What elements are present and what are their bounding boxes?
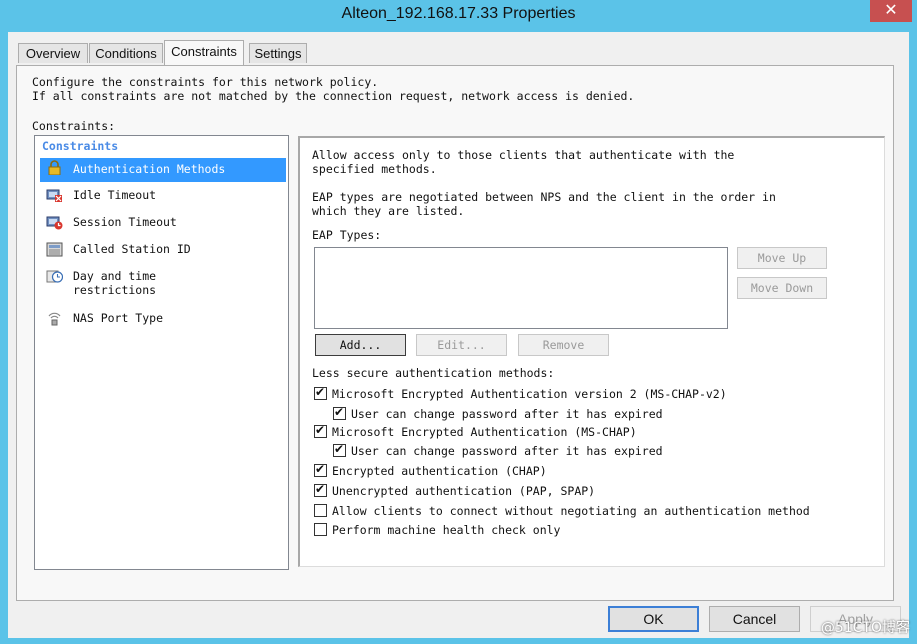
tab-overview[interactable]: Overview — [18, 43, 88, 63]
tab-conditions[interactable]: Conditions — [89, 43, 163, 63]
intro-line-1: Configure the constraints for this netwo… — [32, 75, 379, 89]
constraints-tab-panel: Configure the constraints for this netwo… — [16, 65, 894, 601]
eap-types-list[interactable] — [314, 247, 728, 329]
checkmark-icon: ✔ — [334, 405, 345, 419]
add-button[interactable]: Add... — [315, 334, 406, 356]
constraint-item-called-station-id[interactable]: Called Station ID — [40, 240, 286, 262]
allow-unauthenticated-checkbox[interactable] — [314, 504, 327, 517]
intro-text: Configure the constraints for this netwo… — [32, 75, 634, 103]
title-bar[interactable]: Alteon_192.168.17.33 Properties ✕ — [0, 0, 917, 32]
eap-negotiation-text: EAP types are negotiated between NPS and… — [312, 190, 776, 218]
less-secure-label: Less secure authentication methods: — [312, 366, 555, 380]
constraint-item-label: Idle Timeout — [73, 188, 157, 202]
allow-access-text: Allow access only to those clients that … — [312, 148, 735, 176]
move-down-button[interactable]: Move Down — [737, 277, 827, 299]
allow-unauthenticated-label: Allow clients to connect without negotia… — [332, 504, 810, 518]
tab-constraints[interactable]: Constraints — [164, 40, 244, 65]
machine-health-check-checkbox[interactable] — [314, 523, 327, 536]
constraint-item-label: Authentication Methods — [73, 162, 226, 176]
chap-checkbox[interactable]: ✔ — [314, 462, 327, 477]
session-timeout-icon — [46, 216, 63, 230]
checkmark-icon: ✔ — [315, 385, 326, 399]
ms-chap-label: Microsoft Encrypted Authentication (MS-C… — [332, 425, 637, 439]
edit-button[interactable]: Edit... — [416, 334, 507, 356]
idle-timeout-icon — [46, 189, 62, 202]
constraint-item-label: Called Station ID — [73, 242, 191, 256]
dialog-frame: Overview Conditions Constraints Settings… — [8, 32, 909, 638]
remove-button[interactable]: Remove — [518, 334, 609, 356]
lock-icon — [48, 160, 61, 175]
constraint-item-authentication-methods[interactable]: Authentication Methods — [40, 158, 286, 182]
ms-chap-change-password-label: User can change password after it has ex… — [351, 444, 663, 458]
ms-chap-v2-checkbox[interactable]: ✔ — [314, 385, 327, 400]
cancel-button[interactable]: Cancel — [709, 606, 800, 632]
move-up-button[interactable]: Move Up — [737, 247, 827, 269]
checkmark-icon: ✔ — [315, 482, 326, 496]
ms-chap-checkbox[interactable]: ✔ — [314, 423, 327, 438]
eap-types-label: EAP Types: — [312, 228, 382, 242]
checkmark-icon: ✔ — [334, 442, 345, 456]
constraint-item-nas-port-type[interactable]: NAS Port Type — [40, 309, 286, 331]
ok-button[interactable]: OK — [608, 606, 699, 632]
machine-health-check-label: Perform machine health check only — [332, 523, 561, 537]
constraint-item-day-and-time[interactable]: Day and time restrictions — [40, 267, 286, 303]
close-icon: ✕ — [884, 0, 898, 19]
watermark: @51CTO博客 — [820, 620, 910, 636]
authentication-methods-panel: Allow access only to those clients that … — [298, 136, 885, 567]
checkmark-icon: ✔ — [315, 462, 326, 476]
constraint-item-idle-timeout[interactable]: Idle Timeout — [40, 186, 286, 208]
clock-icon — [46, 270, 63, 283]
tab-settings[interactable]: Settings — [249, 43, 307, 63]
pap-spap-checkbox[interactable]: ✔ — [314, 482, 327, 497]
constraint-item-label: Session Timeout — [73, 215, 177, 229]
ms-chap-v2-change-password-label: User can change password after it has ex… — [351, 407, 663, 421]
constraint-item-label: NAS Port Type — [73, 311, 164, 325]
ms-chap-v2-label: Microsoft Encrypted Authentication versi… — [332, 387, 727, 401]
chap-label: Encrypted authentication (CHAP) — [332, 464, 547, 478]
close-button[interactable]: ✕ — [870, 0, 912, 22]
ms-chap-change-password-checkbox[interactable]: ✔ — [333, 442, 346, 457]
constraint-item-session-timeout[interactable]: Session Timeout — [40, 213, 286, 235]
nas-port-icon — [48, 312, 61, 326]
constraints-header: Constraints — [42, 139, 119, 153]
ms-chap-v2-change-password-checkbox[interactable]: ✔ — [333, 405, 346, 420]
constraints-label: Constraints: — [32, 119, 116, 133]
constraints-tree[interactable]: Constraints Authentication Methods Idle … — [34, 135, 289, 570]
checkmark-icon: ✔ — [315, 423, 326, 437]
intro-line-2: If all constraints are not matched by th… — [32, 89, 635, 103]
called-station-icon — [46, 242, 63, 257]
pap-spap-label: Unencrypted authentication (PAP, SPAP) — [332, 484, 596, 498]
window-title: Alteon_192.168.17.33 Properties — [341, 5, 576, 22]
constraint-item-label: Day and time restrictions — [73, 269, 157, 297]
